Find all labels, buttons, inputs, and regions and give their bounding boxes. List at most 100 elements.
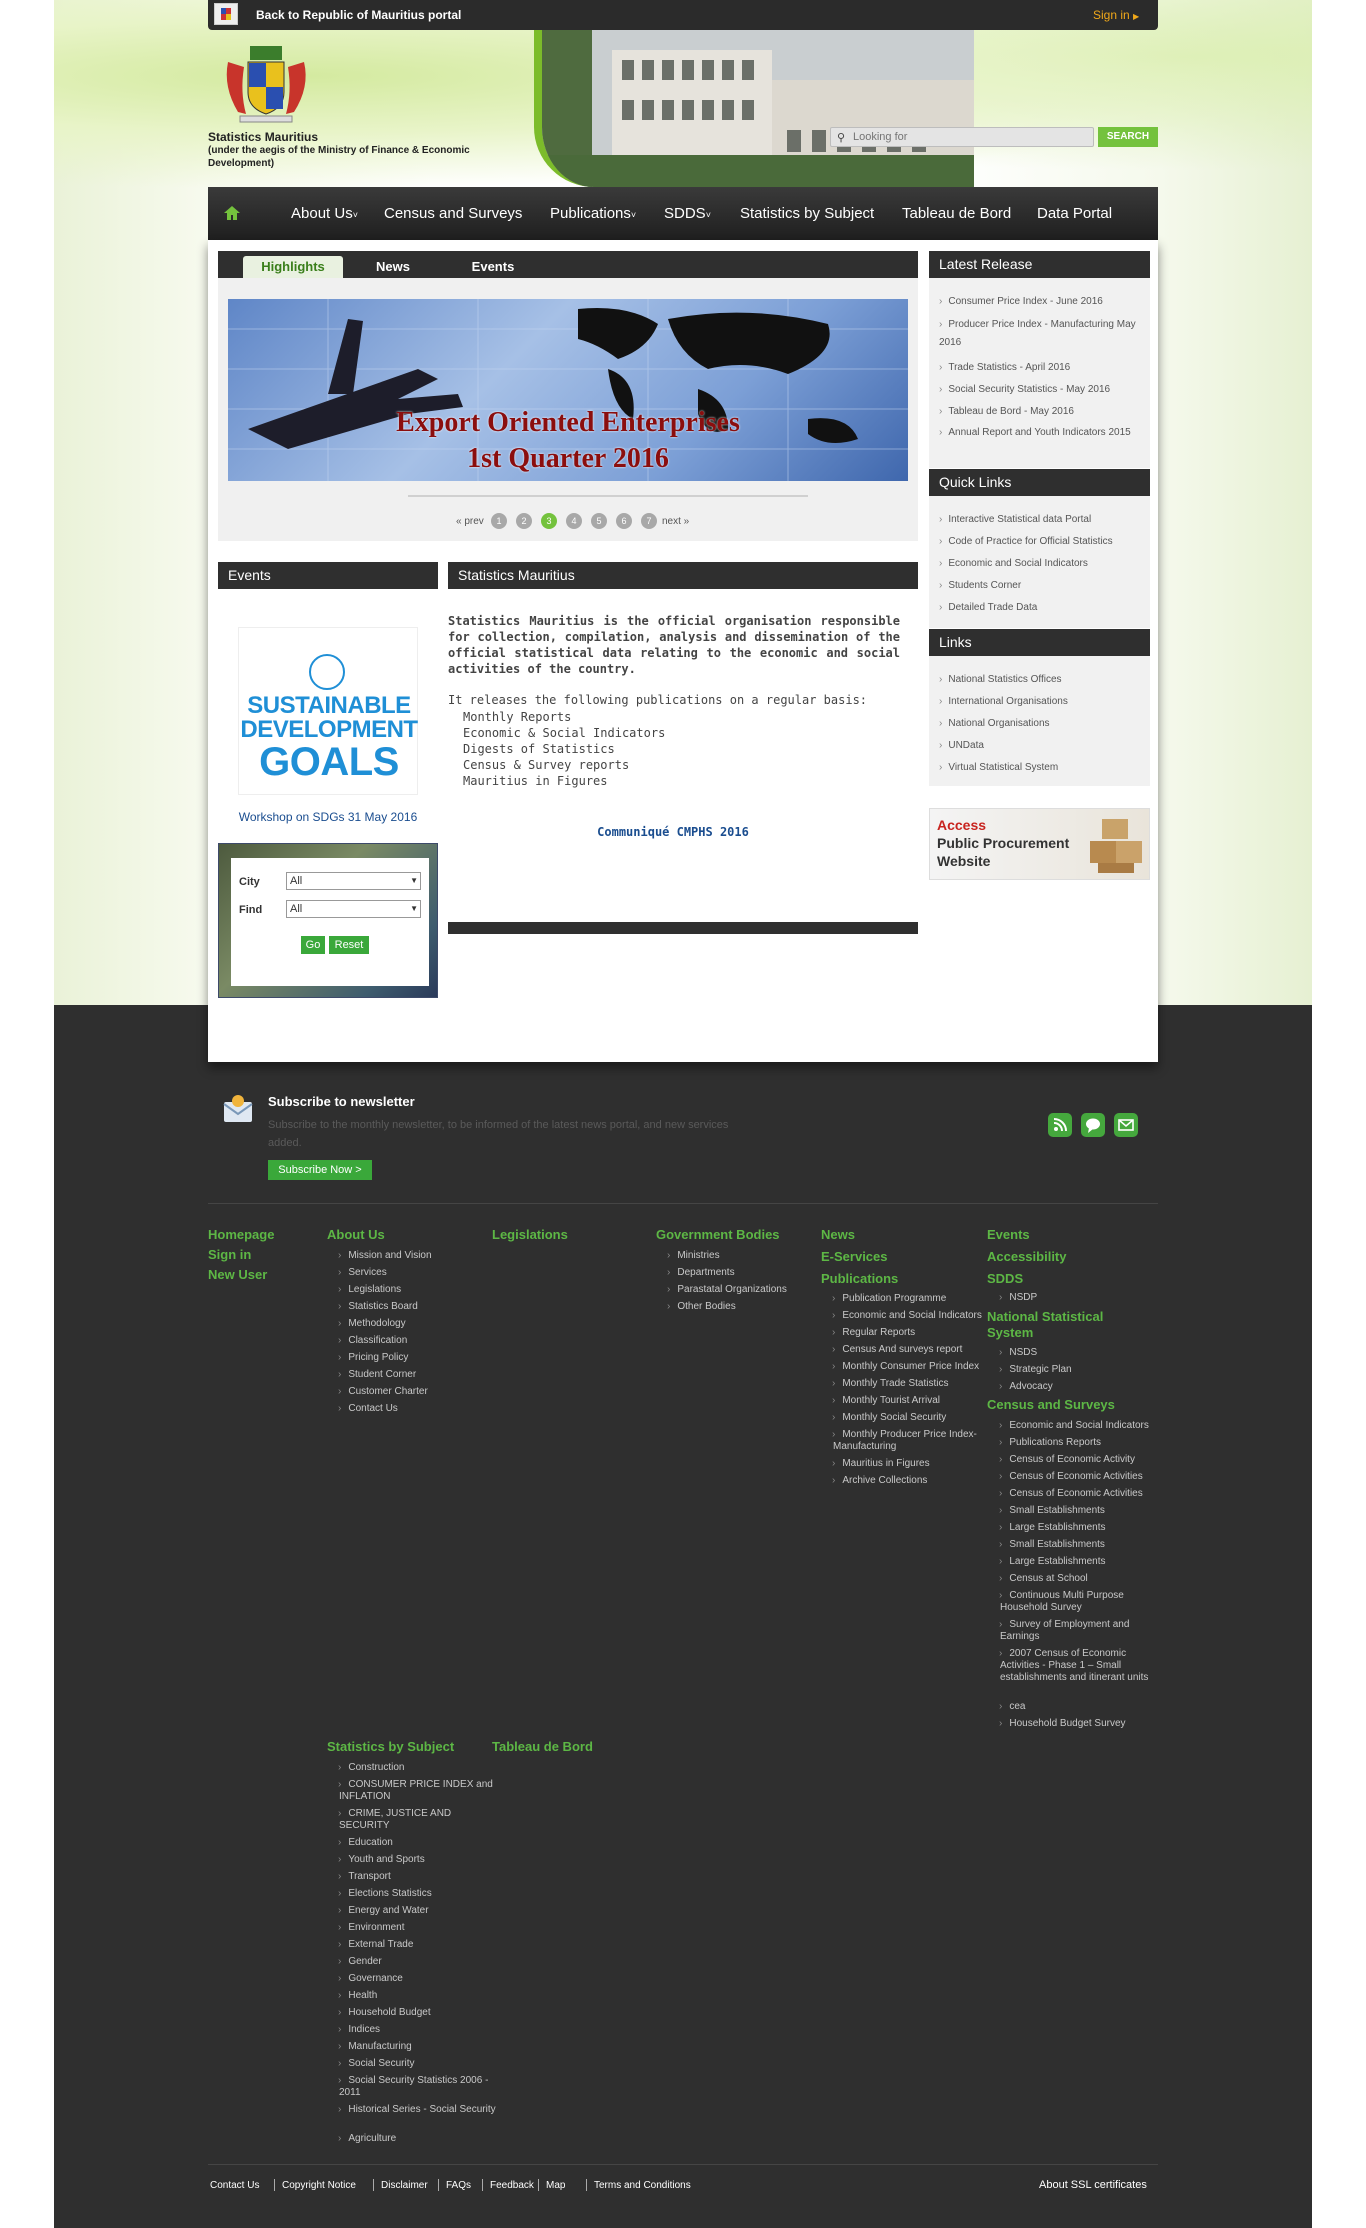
quick-link-trade-data[interactable]: Detailed Trade Data — [939, 600, 1139, 616]
census-footer-item[interactable]: cea — [1000, 1701, 1150, 1713]
footer-eservices-heading[interactable]: E-Services — [821, 1249, 888, 1264]
census-footer-item[interactable]: Census of Economic Activities — [1000, 1471, 1150, 1483]
pubs-footer-item[interactable]: Monthly Consumer Price Index — [833, 1361, 988, 1373]
pubs-footer-item[interactable]: Monthly Producer Price Index-Manufacturi… — [833, 1429, 988, 1453]
pubs-footer-item[interactable]: Monthly Trade Statistics — [833, 1378, 988, 1390]
pubs-footer-item[interactable]: Mauritius in Figures — [833, 1458, 988, 1470]
pubs-footer-item[interactable]: Monthly Social Security — [833, 1412, 988, 1424]
census-footer-item[interactable]: Economic and Social Indicators — [1000, 1420, 1150, 1432]
tab-events[interactable]: Events — [443, 256, 543, 278]
rss-icon[interactable] — [1048, 1113, 1072, 1137]
about-footer-item[interactable]: Statistics Board — [339, 1301, 489, 1313]
ssl-certificates-link[interactable]: About SSL certificates — [1039, 2179, 1147, 2191]
city-select[interactable]: All ▼ — [286, 872, 421, 890]
nav-census-and-surveys[interactable]: Census and Surveys — [384, 187, 522, 240]
coat-of-arms-logo[interactable] — [218, 42, 314, 124]
footer-accessibility-heading[interactable]: Accessibility — [987, 1249, 1067, 1264]
subscribe-now-button[interactable]: Subscribe Now > — [268, 1160, 372, 1180]
about-footer-item[interactable]: Contact Us — [339, 1403, 489, 1415]
banner-slide[interactable]: Export Oriented Enterprises 1st Quarter … — [228, 299, 908, 481]
about-footer-item[interactable]: Student Corner — [339, 1369, 489, 1381]
footer-signin[interactable]: Sign in — [208, 1247, 251, 1262]
subj-footer-item[interactable]: Manufacturing — [339, 2041, 499, 2053]
subj-footer-item[interactable]: Environment — [339, 1922, 499, 1934]
subj-footer-item[interactable]: CRIME, JUSTICE AND SECURITY — [339, 1808, 499, 1832]
footer-publications-heading[interactable]: Publications — [821, 1271, 898, 1286]
pager-page-2[interactable]: 2 — [516, 513, 532, 529]
footer-census-heading[interactable]: Census and Surveys — [987, 1397, 1115, 1412]
census-footer-item[interactable]: Large Establishments — [1000, 1556, 1150, 1568]
census-footer-item[interactable]: Small Establishments — [1000, 1539, 1150, 1551]
census-footer-item[interactable]: Large Establishments — [1000, 1522, 1150, 1534]
procurement-banner[interactable]: Access Public Procurement Website — [929, 808, 1150, 880]
nss-footer-item[interactable]: NSDS — [1000, 1347, 1150, 1359]
search-input[interactable] — [853, 130, 1089, 144]
gov-footer-item[interactable]: Other Bodies — [668, 1301, 818, 1313]
pubs-footer-item[interactable]: Census And surveys report — [833, 1344, 988, 1356]
footer-subject-heading[interactable]: Statistics by Subject — [327, 1739, 454, 1754]
back-to-portal-link[interactable]: Back to Republic of Mauritius portal — [256, 8, 461, 22]
census-footer-item[interactable]: Census of Economic Activity — [1000, 1454, 1150, 1466]
about-footer-item[interactable]: Classification — [339, 1335, 489, 1347]
footer-about-heading[interactable]: About Us — [327, 1227, 385, 1242]
pubs-footer-item[interactable]: Economic and Social Indicators — [833, 1310, 988, 1322]
nss-footer-item[interactable]: Strategic Plan — [1000, 1364, 1150, 1376]
subj-footer-item[interactable]: CONSUMER PRICE INDEX and INFLATION — [339, 1779, 499, 1803]
quick-link-indicators[interactable]: Economic and Social Indicators — [939, 556, 1139, 572]
subj-footer-item[interactable]: Social Security — [339, 2058, 499, 2070]
latest-item-ppi[interactable]: Producer Price Index - Manufacturing May… — [939, 316, 1139, 352]
find-select[interactable]: All ▼ — [286, 900, 421, 918]
gov-footer-item[interactable]: Parastatal Organizations — [668, 1284, 818, 1296]
footer-bottom-link[interactable]: Contact Us — [210, 2180, 259, 2191]
footer-new-user[interactable]: New User — [208, 1267, 267, 1282]
email-icon[interactable] — [1114, 1113, 1138, 1137]
footer-gov-heading[interactable]: Government Bodies — [656, 1227, 780, 1242]
subj-footer-item[interactable]: Youth and Sports — [339, 1854, 499, 1866]
census-footer-item[interactable]: Continuous Multi Purpose Household Surve… — [1000, 1590, 1150, 1614]
footer-news-heading[interactable]: News — [821, 1227, 855, 1242]
subj-footer-item[interactable]: Energy and Water — [339, 1905, 499, 1917]
sdg-workshop-link[interactable]: Workshop on SDGs 31 May 2016 — [218, 810, 438, 824]
gov-footer-item[interactable]: Departments — [668, 1267, 818, 1279]
pager-page-7[interactable]: 7 — [641, 513, 657, 529]
link-national-orgs[interactable]: National Organisations — [939, 716, 1139, 732]
footer-bottom-link[interactable]: Terms and Conditions — [594, 2180, 691, 2191]
footer-homepage[interactable]: Homepage — [208, 1227, 274, 1242]
about-footer-item[interactable]: Legislations — [339, 1284, 489, 1296]
subj-footer-item[interactable]: Elections Statistics — [339, 1888, 499, 1900]
subj-footer-item[interactable]: Transport — [339, 1871, 499, 1883]
quick-link-portal[interactable]: Interactive Statistical data Portal — [939, 512, 1139, 528]
search-button[interactable]: SEARCH — [1098, 127, 1158, 147]
subj-footer-item[interactable]: Education — [339, 1837, 499, 1849]
footer-bottom-link[interactable]: FAQs — [446, 2180, 471, 2191]
pubs-footer-item[interactable]: Monthly Tourist Arrival — [833, 1395, 988, 1407]
nav-data-portal[interactable]: Data Portal — [1037, 187, 1112, 240]
subj-footer-item[interactable]: Social Security Statistics 2006 - 2011 — [339, 2075, 499, 2099]
subj-footer-item[interactable]: Gender — [339, 1956, 499, 1968]
quick-link-students[interactable]: Students Corner — [939, 578, 1139, 594]
pager-page-3-current[interactable]: 3 — [541, 513, 557, 529]
subj-footer-item[interactable]: Historical Series - Social Security — [339, 2104, 499, 2116]
pager-page-4[interactable]: 4 — [566, 513, 582, 529]
pager-prev[interactable]: « prev — [456, 516, 484, 527]
gov-footer-item[interactable]: Ministries — [668, 1250, 818, 1262]
link-virtual-system[interactable]: Virtual Statistical System — [939, 760, 1139, 776]
signin-link[interactable]: Sign in ▶ — [1093, 8, 1139, 22]
quick-link-code[interactable]: Code of Practice for Official Statistics — [939, 534, 1139, 550]
about-footer-item[interactable]: Mission and Vision — [339, 1250, 489, 1262]
home-icon[interactable] — [222, 203, 242, 223]
census-footer-item[interactable]: Census of Economic Activities — [1000, 1488, 1150, 1500]
pager-page-5[interactable]: 5 — [591, 513, 607, 529]
subj-footer-item[interactable]: Construction — [339, 1762, 499, 1774]
about-footer-item[interactable]: Services — [339, 1267, 489, 1279]
footer-tableau-heading[interactable]: Tableau de Bord — [492, 1739, 593, 1754]
footer-sdds-item[interactable]: NSDP — [1000, 1292, 1037, 1304]
finder-reset-button[interactable]: Reset — [329, 936, 369, 954]
latest-item-social-security[interactable]: Social Security Statistics - May 2016 — [939, 382, 1139, 398]
latest-item-tableau[interactable]: Tableau de Bord - May 2016 — [939, 404, 1139, 420]
latest-item-annual-report[interactable]: Annual Report and Youth Indicators 2015 — [939, 424, 1139, 442]
latest-item-trade[interactable]: Trade Statistics - April 2016 — [939, 360, 1139, 376]
census-footer-item[interactable]: Household Budget Survey — [1000, 1718, 1150, 1730]
nav-publications[interactable]: Publications˅ — [550, 187, 636, 240]
pubs-footer-item[interactable]: Regular Reports — [833, 1327, 988, 1339]
